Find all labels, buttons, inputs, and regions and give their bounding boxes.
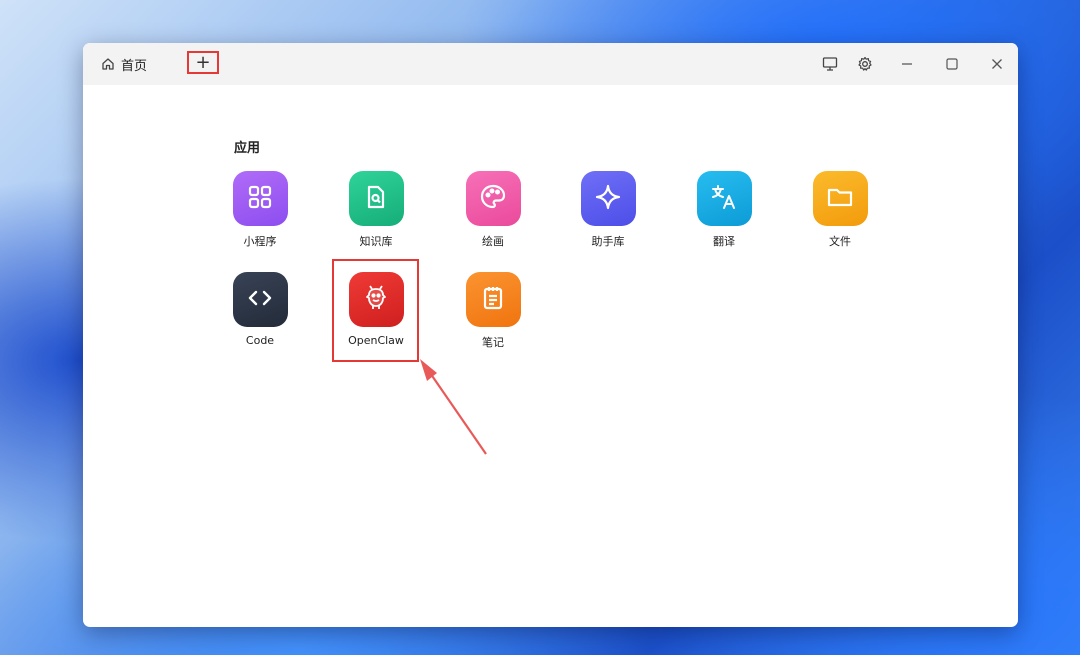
annotation-arrow: [420, 359, 487, 455]
